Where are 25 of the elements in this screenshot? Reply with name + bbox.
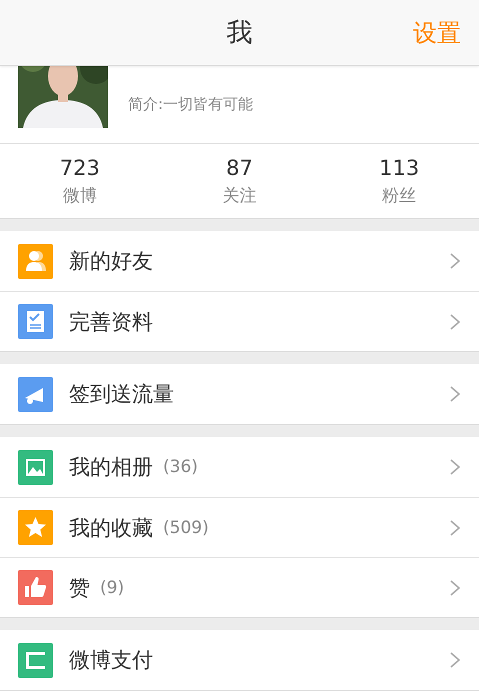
menu-item-label[interactable]: 微博支付 [69,646,153,674]
chevron-right-icon [449,578,461,596]
page-title: 我 [226,17,252,50]
chevron-right-icon [449,518,461,536]
stat-count[interactable]: 113 [379,156,420,180]
menu-item-label[interactable]: 我的收藏 [69,514,153,542]
profile-intro: 简介:一切皆有可能 [128,95,254,114]
stat-label[interactable]: 微博 [62,184,97,206]
menu-item-label[interactable]: 赞 [69,574,90,602]
stat-label[interactable]: 粉丝 [382,184,416,206]
stat-count[interactable]: 723 [60,156,100,180]
chevron-right-icon [449,458,461,476]
stat-label[interactable]: 关注 [222,184,256,206]
menu-item-label[interactable]: 我的相册 [69,453,153,481]
menu-item-label[interactable]: 完善资料 [69,308,153,336]
menu-item-label[interactable]: 新的好友 [69,247,153,275]
item-count: (36) [163,457,198,477]
item-count: (509) [163,518,209,538]
chevron-right-icon [449,252,461,270]
chevron-right-icon [449,385,461,403]
menu-item-label[interactable]: 签到送流量 [69,380,174,408]
stat-count[interactable]: 87 [226,156,253,180]
chevron-right-icon [449,651,461,669]
chevron-right-icon [449,312,461,330]
item-count: (9) [100,578,124,598]
